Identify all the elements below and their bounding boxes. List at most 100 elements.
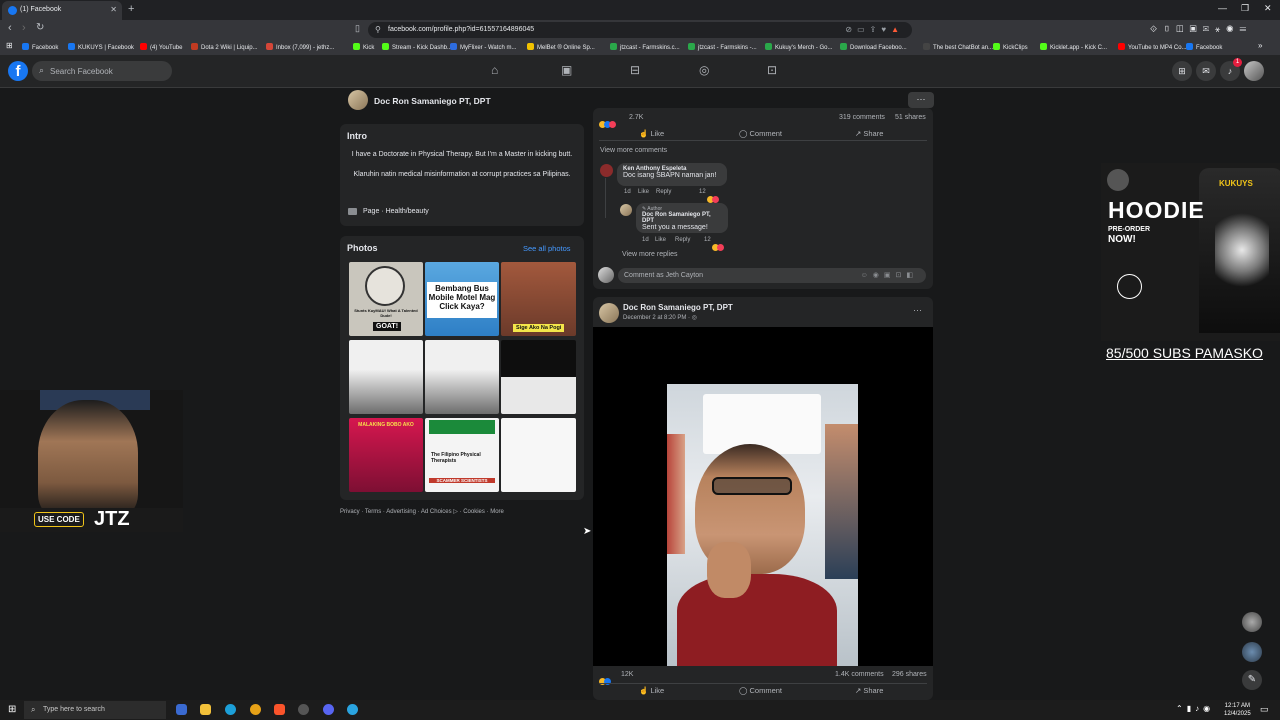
post-1-share-count[interactable]: 51 shares bbox=[895, 114, 926, 121]
bookmark-item[interactable]: jtzcast - Farmskins.c... bbox=[610, 43, 680, 51]
browser-tab[interactable]: (1) Facebook ✕ bbox=[2, 1, 122, 20]
forward-icon[interactable]: › bbox=[22, 22, 26, 34]
bookmark-item[interactable]: Inbox (7,099) - jethz... bbox=[266, 43, 334, 51]
system-tray-icons[interactable]: ⌃▮♪◉ bbox=[1176, 704, 1214, 713]
extension-icons[interactable]: ⟐▯◫▣✉⚹◉☰ bbox=[1150, 24, 1252, 35]
share-button[interactable]: ↗ Share bbox=[855, 129, 883, 138]
post-2-author-avatar[interactable] bbox=[599, 303, 619, 323]
comment-2-author[interactable]: Doc Ron Samaniego PT, DPT bbox=[642, 212, 722, 224]
post-1-reaction-count[interactable]: 2.7K bbox=[629, 114, 643, 121]
notification-center-icon[interactable]: ▭ bbox=[1260, 704, 1269, 715]
bookmark-item[interactable]: (4) YouTube bbox=[140, 43, 182, 51]
task-view-icon[interactable] bbox=[176, 704, 187, 715]
obs-icon[interactable] bbox=[298, 704, 309, 715]
see-all-photos-link[interactable]: See all photos bbox=[523, 244, 571, 253]
post-2-comment-count[interactable]: 1.4K comments bbox=[835, 671, 884, 678]
contact-avatar-2[interactable] bbox=[1242, 642, 1262, 662]
bookmark-icon[interactable]: ▯ bbox=[355, 23, 360, 34]
search-input[interactable]: ⌕ Search Facebook bbox=[32, 61, 172, 81]
site-info-icon[interactable]: ⚲ bbox=[375, 25, 381, 34]
photo-thumbnail-5[interactable] bbox=[425, 340, 499, 414]
post-2-date[interactable]: December 2 at 8:20 PM · ◎ bbox=[623, 314, 697, 321]
minimize-icon[interactable]: — bbox=[1218, 3, 1227, 13]
facebook-logo-icon[interactable]: f bbox=[8, 61, 28, 81]
bookmark-item[interactable]: Facebook bbox=[1186, 43, 1222, 51]
messenger-button[interactable]: ✉ bbox=[1196, 61, 1216, 81]
comment-1-reaction-count[interactable]: 12 bbox=[699, 189, 706, 195]
view-more-comments-link[interactable]: View more comments bbox=[600, 147, 667, 154]
taskbar-search[interactable]: ⌕ Type here to search bbox=[24, 701, 166, 719]
apps-grid-icon[interactable]: ⊞ bbox=[6, 41, 13, 50]
bookmark-item[interactable]: Stream - Kick Dashb... bbox=[382, 43, 452, 51]
view-more-replies-link[interactable]: View more replies bbox=[622, 251, 678, 258]
taskbar-clock[interactable]: 12:17 AM 12/4/2025 bbox=[1224, 702, 1251, 718]
home-icon[interactable]: ⌂ bbox=[491, 63, 498, 77]
post-options-icon[interactable]: ··· bbox=[913, 305, 922, 315]
comment-2-reaction-count[interactable]: 12 bbox=[704, 237, 711, 243]
address-bar-icons[interactable]: ⊘▭⇪♥▲ bbox=[845, 25, 904, 34]
contact-avatar-1[interactable] bbox=[1242, 612, 1262, 632]
bookmark-item[interactable]: jtzcast - Farmskins -... bbox=[688, 43, 757, 51]
post-2-share-count[interactable]: 296 shares bbox=[892, 671, 927, 678]
back-icon[interactable]: ‹ bbox=[8, 22, 12, 34]
comment-input[interactable]: Comment as Jeth Cayton ☺◉▣⊡◧ bbox=[618, 268, 926, 283]
commenter-avatar[interactable] bbox=[600, 164, 613, 177]
account-avatar[interactable] bbox=[1244, 61, 1264, 81]
post-2-author[interactable]: Doc Ron Samaniego PT, DPT bbox=[623, 303, 733, 312]
photo-thumbnail-4[interactable] bbox=[349, 340, 423, 414]
photo-thumbnail-9[interactable] bbox=[501, 418, 576, 492]
photo-thumbnail-1[interactable]: Stunts KuyMAU! What A Talented Dude! GOA… bbox=[349, 262, 423, 336]
bookmark-item[interactable]: Kukuy's Merch - Go... bbox=[765, 43, 833, 51]
file-explorer-icon[interactable] bbox=[200, 704, 211, 715]
post-2-like-button[interactable]: ☝ Like bbox=[639, 686, 664, 695]
bookmark-item[interactable]: Kicklet.app - Kick C... bbox=[1040, 43, 1107, 51]
discord-icon[interactable] bbox=[323, 704, 334, 715]
photo-thumbnail-8[interactable]: The Filipino Physical Therapists SCAMMER… bbox=[425, 418, 499, 492]
photo-thumbnail-7[interactable]: MALAKING BOBO AKO bbox=[349, 418, 423, 492]
comment-2-reply[interactable]: Reply bbox=[675, 237, 690, 243]
post-2-share-button[interactable]: ↗ Share bbox=[855, 686, 883, 695]
new-message-icon[interactable]: ✎ bbox=[1242, 670, 1262, 690]
new-tab-button[interactable]: + bbox=[128, 3, 134, 15]
bookmark-item[interactable]: Kick bbox=[353, 43, 374, 51]
groups-icon[interactable]: ◎ bbox=[699, 63, 709, 77]
footer-links[interactable]: Privacy · Terms · Advertising · Ad Choic… bbox=[340, 508, 504, 515]
more-options-button[interactable]: ··· bbox=[908, 92, 934, 108]
reload-icon[interactable]: ↻ bbox=[36, 22, 44, 33]
profile-name[interactable]: Doc Ron Samaniego PT, DPT bbox=[374, 96, 491, 106]
chrome-icon[interactable] bbox=[250, 704, 261, 715]
post-2-comment-button[interactable]: ◯ Comment bbox=[739, 686, 782, 695]
reply-avatar[interactable] bbox=[620, 204, 632, 216]
gaming-icon[interactable]: ⊡ bbox=[767, 63, 777, 77]
like-button[interactable]: ☝ Like bbox=[639, 129, 664, 138]
bookmark-item[interactable]: KickClips bbox=[993, 43, 1028, 51]
bookmark-item[interactable]: MyFlixer - Watch m... bbox=[450, 43, 516, 51]
video-player[interactable] bbox=[593, 327, 933, 666]
close-window-icon[interactable]: ✕ bbox=[1264, 3, 1272, 14]
windows-start-icon[interactable]: ⊞ bbox=[8, 704, 16, 715]
comment-2-like[interactable]: Like bbox=[655, 237, 666, 243]
photo-thumbnail-3[interactable]: Sige Ako Na Pogi bbox=[501, 262, 576, 336]
comment-button[interactable]: ◯ Comment bbox=[739, 129, 782, 138]
edge-icon[interactable] bbox=[225, 704, 236, 715]
photo-thumbnail-6[interactable] bbox=[501, 340, 576, 414]
photo-thumbnail-2[interactable]: Bembang Bus Mobile Motel Mag Click Kaya? bbox=[425, 262, 499, 336]
bookmark-item[interactable]: The best ChatBot an... bbox=[923, 43, 993, 51]
comment-1-reply[interactable]: Reply bbox=[656, 189, 671, 195]
comment-1-like[interactable]: Like bbox=[638, 189, 649, 195]
post-2-reaction-count[interactable]: 12K bbox=[621, 671, 633, 678]
maximize-icon[interactable]: ❐ bbox=[1241, 3, 1249, 14]
telegram-icon[interactable] bbox=[347, 704, 358, 715]
bookmark-item[interactable]: Download Faceboo... bbox=[840, 43, 907, 51]
bookmark-item[interactable]: MelBet ® Online Sp... bbox=[527, 43, 595, 51]
address-bar[interactable]: ⚲ facebook.com/profile.php?id=6155716489… bbox=[368, 22, 912, 38]
bookmark-item[interactable]: KUKUYS | Facebook bbox=[68, 43, 134, 51]
video-icon[interactable]: ▣ bbox=[561, 63, 572, 77]
bookmark-item[interactable]: YouTube to MP4 Co... bbox=[1118, 43, 1187, 51]
bookmark-item[interactable]: Dota 2 Wiki | Liquip... bbox=[191, 43, 258, 51]
close-tab-icon[interactable]: ✕ bbox=[110, 5, 117, 14]
brave-icon[interactable] bbox=[274, 704, 285, 715]
post-1-comment-count[interactable]: 319 comments bbox=[839, 114, 885, 121]
bookmark-item[interactable]: Facebook bbox=[22, 43, 58, 51]
comment-tool-icons[interactable]: ☺◉▣⊡◧ bbox=[861, 271, 918, 279]
